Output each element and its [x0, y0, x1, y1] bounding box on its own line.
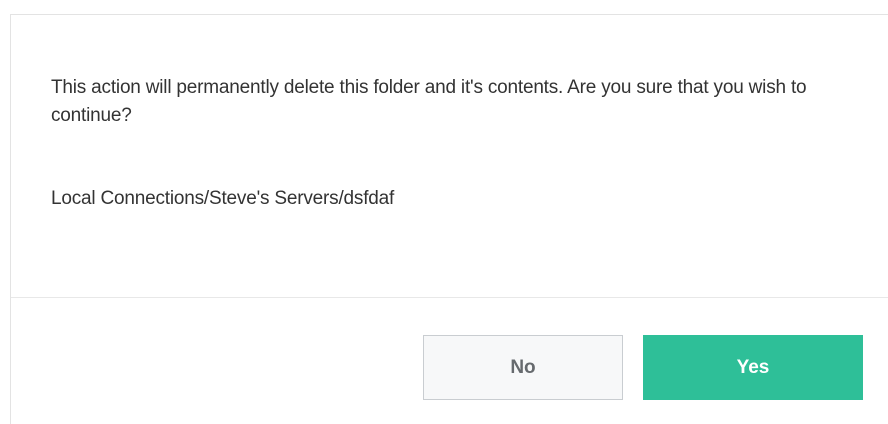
confirmation-message: This action will permanently delete this…	[51, 77, 807, 126]
delete-folder-dialog: This action will permanently delete this…	[10, 14, 888, 424]
folder-path: Local Connections/Steve's Servers/dsfdaf	[51, 188, 395, 209]
yes-button[interactable]: Yes	[643, 335, 863, 400]
dialog-footer: No Yes	[11, 298, 888, 411]
no-button[interactable]: No	[423, 335, 623, 400]
dialog-body: This action will permanently delete this…	[11, 15, 888, 297]
